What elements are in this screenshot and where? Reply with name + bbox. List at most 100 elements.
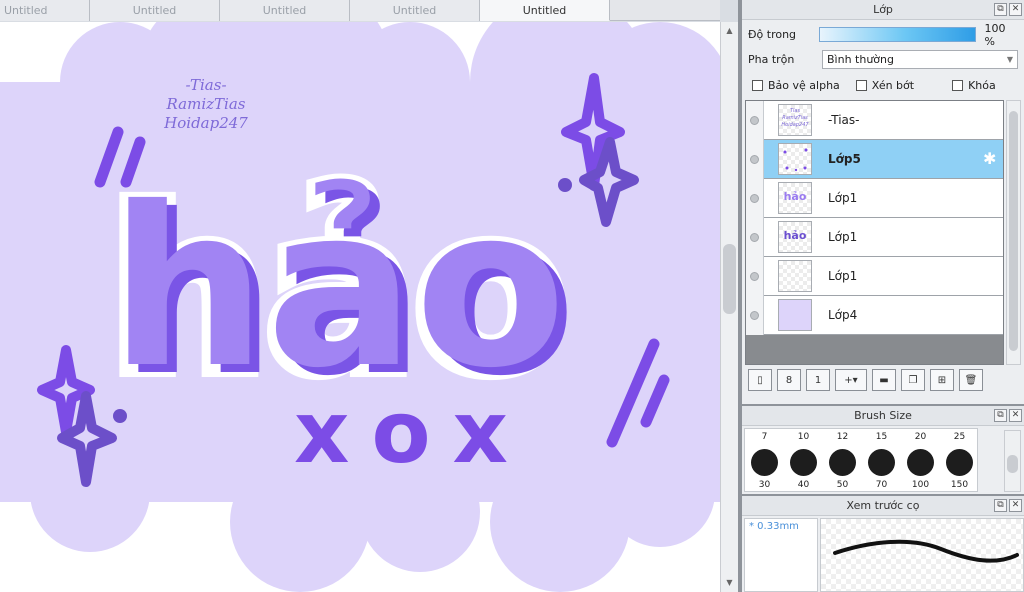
scroll-up-icon[interactable]: ▲ <box>724 26 735 36</box>
brush-size-grid: 7 30 10 40 12 50 15 70 20 100 25 150 <box>744 428 978 492</box>
brush-size-title: Brush Size <box>854 409 912 422</box>
brush-size-cell[interactable]: 7 30 <box>745 429 784 493</box>
decor-dot <box>558 178 572 192</box>
delete-layer-icon[interactable]: 🗑 <box>959 369 983 391</box>
layer-visibility-toggle[interactable] <box>746 256 764 296</box>
brush-dot-icon <box>868 449 895 476</box>
brush-size-label: 10 <box>797 432 810 442</box>
visibility-dot-icon <box>750 232 759 242</box>
brush-dot-icon <box>790 449 817 476</box>
signature-line: Hoidap247 <box>163 114 248 132</box>
merge-layer-icon[interactable]: ⊞ <box>930 369 954 391</box>
layer-visibility-toggle[interactable] <box>746 295 764 335</box>
signature-line: RamizTias <box>166 95 246 113</box>
brush-size-label: 50 <box>836 480 849 490</box>
brush-size-label: 25 <box>953 432 966 442</box>
new-1bit-layer-icon[interactable]: 1 <box>806 369 830 391</box>
layer-visibility-toggle[interactable] <box>746 178 764 218</box>
sub-lettering: xox <box>294 383 530 483</box>
add-layer-menu-icon[interactable]: +▾ <box>835 369 867 391</box>
brush-size-header: Brush Size ⧉ ✕ <box>742 406 1024 426</box>
layer-list-scrollbar[interactable] <box>1006 100 1021 365</box>
drawing-canvas[interactable]: -Tias- RamizTias Hoidap247 hảo hảo hảo x… <box>0 22 720 592</box>
brush-size-cell[interactable]: 25 150 <box>940 429 979 493</box>
chevron-down-icon: ▼ <box>1006 55 1013 64</box>
visibility-dot-icon <box>750 271 759 281</box>
checkbox-box[interactable] <box>952 79 964 91</box>
visibility-dot-icon <box>750 154 759 164</box>
brush-dot-icon <box>829 449 856 476</box>
brush-size-label: 30 <box>758 480 771 490</box>
opacity-row: Độ trong 100 % <box>742 21 1024 48</box>
layer-panel-title: Lớp <box>873 3 893 16</box>
layer-visibility-toggle[interactable] <box>746 217 764 257</box>
brush-size-cell[interactable]: 15 70 <box>862 429 901 493</box>
opacity-label: Độ trong <box>748 28 797 41</box>
brush-dot-icon <box>907 449 934 476</box>
document-tab[interactable]: Untitled <box>90 0 220 21</box>
document-tab-active[interactable]: Untitled <box>480 0 610 21</box>
scrollbar-thumb[interactable] <box>723 244 736 314</box>
opacity-value: 100 % <box>984 21 1006 48</box>
folder-icon[interactable]: ▬ <box>872 369 896 391</box>
document-tab[interactable]: Untitled <box>350 0 480 21</box>
layer-row[interactable]: Tias RamizTias Hoidap247 -Tias- <box>746 100 1003 140</box>
layer-thumbnail: hảo <box>778 182 812 214</box>
lock-checkbox[interactable]: Khóa <box>952 79 996 92</box>
scrollbar-thumb[interactable] <box>1009 111 1018 351</box>
brush-size-label: 12 <box>836 432 849 442</box>
layer-name: Lớp5 <box>828 152 861 166</box>
brush-size-cell[interactable]: 10 40 <box>784 429 823 493</box>
float-panel-icon[interactable]: ⧉ <box>994 3 1007 16</box>
thumbnail-sparkles <box>783 148 808 172</box>
brush-dot-icon <box>751 449 778 476</box>
right-dock: Lớp ⧉ ✕ Độ trong 100 % Pha trộn Bình thư… <box>742 0 1024 592</box>
brush-size-label: 70 <box>875 480 888 490</box>
layer-name: Lớp1 <box>828 230 858 244</box>
close-panel-icon[interactable]: ✕ <box>1009 3 1022 16</box>
layer-row-selected[interactable]: Lớp5 ✱ <box>746 139 1003 179</box>
checkbox-box[interactable] <box>855 79 867 91</box>
layer-row[interactable]: Lớp4 <box>746 295 1003 335</box>
lettering-main: hảo <box>110 160 566 416</box>
artwork: -Tias- RamizTias Hoidap247 hảo hảo hảo x… <box>0 22 720 592</box>
float-panel-icon[interactable]: ⧉ <box>994 499 1007 512</box>
brush-size-cell[interactable]: 20 100 <box>901 429 940 493</box>
brush-preview-panel: Xem trước cọ ⧉ ✕ * 0.33mm <box>742 494 1024 592</box>
signature-line: -Tias- <box>185 76 226 94</box>
layer-row[interactable]: hảo Lớp1 <box>746 217 1003 257</box>
layer-visibility-toggle[interactable] <box>746 139 764 179</box>
blend-mode-select[interactable]: Bình thường ▼ <box>822 50 1018 69</box>
new-layer-icon[interactable]: ▯ <box>748 369 772 391</box>
canvas-vertical-scrollbar[interactable]: ▲ ▼ <box>720 22 738 592</box>
layer-row[interactable]: hảo Lớp1 <box>746 178 1003 218</box>
layer-visibility-toggle[interactable] <box>746 100 764 140</box>
layer-name: -Tias- <box>828 113 860 127</box>
clipping-checkbox[interactable]: Xén bớt <box>855 79 914 92</box>
scroll-down-icon[interactable]: ▼ <box>724 578 735 588</box>
layer-name: Lớp4 <box>828 308 858 322</box>
document-tab[interactable]: Untitled <box>0 0 90 21</box>
opacity-slider[interactable] <box>819 27 977 42</box>
brush-size-scrollbar[interactable] <box>1004 430 1021 492</box>
brush-stroke-preview <box>820 518 1024 592</box>
layer-row[interactable]: Lớp1 <box>746 256 1003 296</box>
protect-alpha-checkbox[interactable]: Bảo vệ alpha <box>752 79 840 92</box>
layer-thumbnail <box>778 260 812 292</box>
layer-options-row: Bảo vệ alpha Xén bớt Khóa <box>742 72 1024 98</box>
scrollbar-thumb[interactable] <box>1007 455 1018 473</box>
brush-preview-title: Xem trước cọ <box>846 499 920 512</box>
brush-size-label: 7 <box>761 432 768 442</box>
float-panel-icon[interactable]: ⧉ <box>994 409 1007 422</box>
close-panel-icon[interactable]: ✕ <box>1009 409 1022 422</box>
gear-icon[interactable]: ✱ <box>983 151 999 167</box>
checkbox-box[interactable] <box>752 79 763 91</box>
brush-size-panel: Brush Size ⧉ ✕ 7 30 10 40 12 50 15 70 20 100 … <box>742 404 1024 492</box>
document-tab[interactable]: Untitled <box>220 0 350 21</box>
brush-size-cell[interactable]: 12 50 <box>823 429 862 493</box>
close-panel-icon[interactable]: ✕ <box>1009 499 1022 512</box>
new-8bit-layer-icon[interactable]: 8 <box>777 369 801 391</box>
copy-layer-icon[interactable]: ❐ <box>901 369 925 391</box>
brush-preview-header: Xem trước cọ ⧉ ✕ <box>742 496 1024 516</box>
brush-size-label: 20 <box>914 432 927 442</box>
